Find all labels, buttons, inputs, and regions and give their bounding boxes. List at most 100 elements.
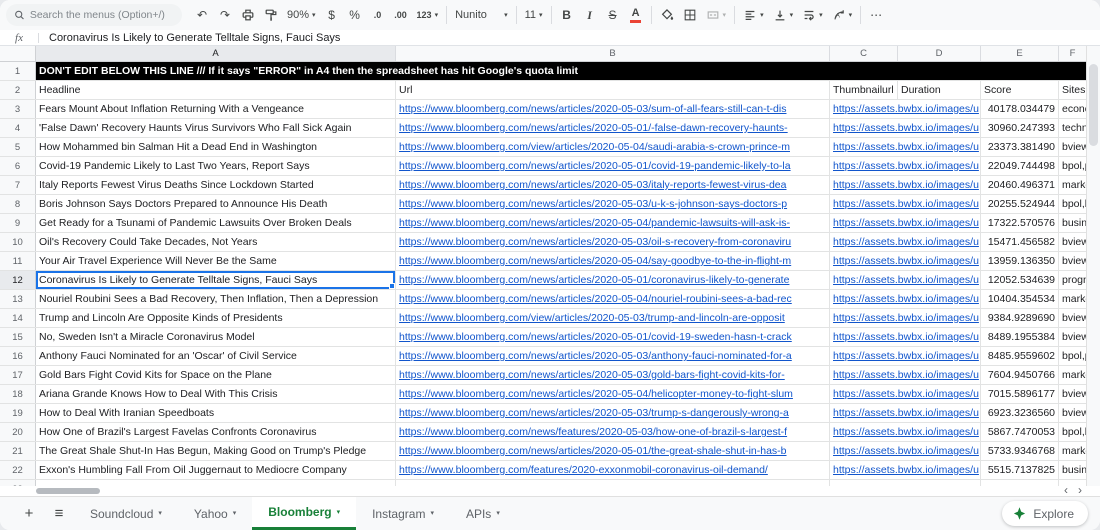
thumbnail-cell[interactable]: https://assets.bwbx.io/images/u bbox=[830, 442, 981, 460]
fill-handle[interactable] bbox=[389, 283, 395, 289]
thumbnail-cell[interactable]: https://assets.bwbx.io/images/u bbox=[830, 271, 981, 289]
headline-cell[interactable]: Coronavirus Is Likely to Generate Tellta… bbox=[36, 271, 396, 289]
column-header-d[interactable]: D bbox=[898, 46, 981, 61]
url-link[interactable]: https://www.bloomberg.com/news/articles/… bbox=[399, 331, 792, 343]
thumbnail-cell[interactable]: https://assets.bwbx.io/images/u bbox=[830, 214, 981, 232]
url-cell[interactable]: https://www.bloomberg.com/news/articles/… bbox=[396, 100, 830, 118]
score-cell[interactable]: 5733.9346768 bbox=[981, 442, 1059, 460]
headline-cell[interactable]: Ariana Grande Knows How to Deal With Thi… bbox=[36, 385, 396, 403]
row-number[interactable]: 5 bbox=[0, 138, 36, 156]
thumbnail-cell[interactable]: https://assets.bwbx.io/images/u bbox=[830, 290, 981, 308]
score-cell[interactable]: 20460.496371 bbox=[981, 176, 1059, 194]
url-cell[interactable]: https://www.bloomberg.com/news/articles/… bbox=[396, 442, 830, 460]
url-cell[interactable]: https://www.bloomberg.com/news/articles/… bbox=[396, 119, 830, 137]
score-cell[interactable]: 5867.7470053 bbox=[981, 423, 1059, 441]
sites-cell[interactable]: bpol,p bbox=[1059, 347, 1086, 365]
score-cell[interactable]: 40178.034479 bbox=[981, 100, 1059, 118]
italic-button[interactable]: I bbox=[579, 4, 601, 26]
thumbnail-header-cell[interactable]: Thumbnailurl bbox=[830, 81, 898, 99]
headline-header-cell[interactable]: Headline bbox=[36, 81, 396, 99]
thumbnail-link[interactable]: https://assets.bwbx.io/images/u bbox=[833, 293, 979, 305]
thumbnail-link[interactable]: https://assets.bwbx.io/images/u bbox=[833, 464, 979, 476]
url-link[interactable]: https://www.bloomberg.com/news/articles/… bbox=[399, 293, 792, 305]
more-toolbar-button[interactable]: ⋯ bbox=[865, 4, 887, 26]
score-cell[interactable]: 6923.3236560 bbox=[981, 404, 1059, 422]
url-link[interactable]: https://www.bloomberg.com/news/features/… bbox=[399, 426, 787, 438]
zoom-select[interactable]: 90%▾ bbox=[283, 4, 320, 26]
thumbnail-link[interactable]: https://assets.bwbx.io/images/u bbox=[833, 236, 979, 248]
url-link[interactable]: https://www.bloomberg.com/view/articles/… bbox=[399, 141, 790, 153]
vertical-align-button[interactable]: ▾ bbox=[769, 4, 798, 26]
print-button[interactable] bbox=[237, 4, 259, 26]
thumbnail-link[interactable]: https://assets.bwbx.io/images/u bbox=[833, 160, 979, 172]
headline-cell[interactable]: How One of Brazil's Largest Favelas Conf… bbox=[36, 423, 396, 441]
row-number[interactable]: 18 bbox=[0, 385, 36, 403]
score-cell[interactable]: 15471.456582 bbox=[981, 233, 1059, 251]
thumbnail-cell[interactable]: https://assets.bwbx.io/images/u bbox=[830, 252, 981, 270]
sites-cell[interactable]: techno bbox=[1059, 119, 1086, 137]
score-header-cell[interactable]: Score bbox=[981, 81, 1059, 99]
thumbnail-cell[interactable]: https://assets.bwbx.io/images/u bbox=[830, 404, 981, 422]
url-link[interactable]: https://www.bloomberg.com/news/articles/… bbox=[399, 198, 787, 210]
explore-button[interactable]: Explore bbox=[1002, 501, 1088, 526]
vertical-scrollbar-thumb[interactable] bbox=[1089, 64, 1098, 146]
row-number[interactable]: 15 bbox=[0, 328, 36, 346]
headline-cell[interactable]: The Great Shale Shut-In Has Begun, Makin… bbox=[36, 442, 396, 460]
bold-button[interactable]: B bbox=[556, 4, 578, 26]
sites-cell[interactable]: bpol,p bbox=[1059, 157, 1086, 175]
headline-cell[interactable]: Gold Bars Fight Covid Kits for Space on … bbox=[36, 366, 396, 384]
column-header-a[interactable]: A bbox=[36, 46, 396, 61]
thumbnail-link[interactable]: https://assets.bwbx.io/images/u bbox=[833, 103, 979, 115]
row-number[interactable]: 20 bbox=[0, 423, 36, 441]
url-link[interactable]: https://www.bloomberg.com/news/articles/… bbox=[399, 350, 792, 362]
sites-cell[interactable]: busine bbox=[1059, 214, 1086, 232]
sheet-tab-apis[interactable]: APIs ▾ bbox=[450, 497, 516, 530]
url-cell[interactable]: https://www.bloomberg.com/news/articles/… bbox=[396, 328, 830, 346]
score-cell[interactable]: 23373.381490 bbox=[981, 138, 1059, 156]
url-link[interactable]: https://www.bloomberg.com/news/articles/… bbox=[399, 407, 789, 419]
thumbnail-link[interactable]: https://assets.bwbx.io/images/u bbox=[833, 255, 979, 267]
sites-cell[interactable]: bpol,b bbox=[1059, 195, 1086, 213]
headline-cell[interactable]: Nouriel Roubini Sees a Bad Recovery, The… bbox=[36, 290, 396, 308]
score-cell[interactable]: 5515.7137825 bbox=[981, 461, 1059, 479]
row-number[interactable]: 6 bbox=[0, 157, 36, 175]
url-cell[interactable]: https://www.bloomberg.com/news/articles/… bbox=[396, 195, 830, 213]
vertical-scrollbar[interactable] bbox=[1086, 46, 1100, 486]
headline-cell[interactable]: Your Air Travel Experience Will Never Be… bbox=[36, 252, 396, 270]
row-number[interactable]: 10 bbox=[0, 233, 36, 251]
sites-cell[interactable]: econo bbox=[1059, 100, 1086, 118]
column-header-f[interactable]: F bbox=[1059, 46, 1086, 61]
thumbnail-cell[interactable]: https://assets.bwbx.io/images/u bbox=[830, 347, 981, 365]
headline-cell[interactable]: Italy Reports Fewest Virus Deaths Since … bbox=[36, 176, 396, 194]
borders-button[interactable] bbox=[679, 4, 701, 26]
row-number[interactable]: 19 bbox=[0, 404, 36, 422]
sites-cell[interactable]: bview bbox=[1059, 233, 1086, 251]
sites-cell[interactable]: marke bbox=[1059, 176, 1086, 194]
score-cell[interactable]: 30960.247393 bbox=[981, 119, 1059, 137]
url-header-cell[interactable]: Url bbox=[396, 81, 830, 99]
url-link[interactable]: https://www.bloomberg.com/news/articles/… bbox=[399, 122, 788, 134]
thumbnail-link[interactable]: https://assets.bwbx.io/images/u bbox=[833, 217, 979, 229]
sites-cell[interactable]: marke bbox=[1059, 442, 1086, 460]
font-size-select[interactable]: 11▾ bbox=[521, 4, 547, 26]
sites-cell[interactable]: bview bbox=[1059, 309, 1086, 327]
formula-bar-value[interactable]: Coronavirus Is Likely to Generate Tellta… bbox=[49, 32, 340, 44]
column-header-b[interactable]: B bbox=[396, 46, 830, 61]
thumbnail-link[interactable]: https://assets.bwbx.io/images/u bbox=[833, 198, 979, 210]
sites-cell[interactable]: progn bbox=[1059, 271, 1086, 289]
url-cell[interactable]: https://www.bloomberg.com/news/articles/… bbox=[396, 366, 830, 384]
text-color-button[interactable]: A bbox=[625, 4, 647, 26]
font-select[interactable]: Nunito▾ bbox=[451, 4, 512, 26]
redo-button[interactable]: ↷ bbox=[214, 4, 236, 26]
headline-cell[interactable]: Trump and Lincoln Are Opposite Kinds of … bbox=[36, 309, 396, 327]
row-number[interactable]: 7 bbox=[0, 176, 36, 194]
sites-cell[interactable]: bview bbox=[1059, 404, 1086, 422]
thumbnail-cell[interactable]: https://assets.bwbx.io/images/u bbox=[830, 138, 981, 156]
sites-cell[interactable]: marke bbox=[1059, 366, 1086, 384]
sites-cell[interactable]: marke bbox=[1059, 290, 1086, 308]
sheet-tab-instagram[interactable]: Instagram ▾ bbox=[356, 497, 450, 530]
merge-cells-button[interactable]: ▾ bbox=[702, 4, 731, 26]
url-link[interactable]: https://www.bloomberg.com/news/articles/… bbox=[399, 369, 785, 381]
text-wrap-button[interactable]: ▾ bbox=[798, 4, 827, 26]
row-number[interactable]: 16 bbox=[0, 347, 36, 365]
